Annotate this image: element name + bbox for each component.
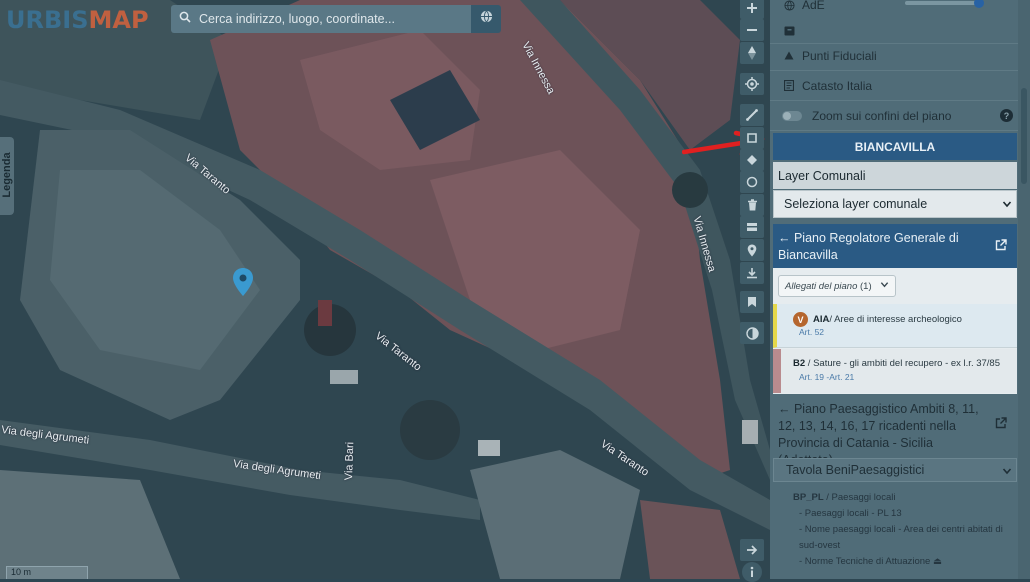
arrow-right-icon — [747, 545, 758, 555]
external-link-icon[interactable] — [995, 239, 1007, 256]
layer-item-punti-fiduciali[interactable]: Punti Fiduciali — [770, 41, 1018, 71]
place-marker-button[interactable] — [740, 239, 764, 261]
tavola-desc: / Paesaggi locali — [823, 492, 896, 503]
tavola-line: - Nome paesaggi locali - Area dei centri… — [799, 524, 1003, 535]
draw-circle-button[interactable] — [740, 171, 764, 193]
draw-polygon-button[interactable] — [740, 127, 764, 149]
tavola-code: BP_PL — [793, 492, 824, 503]
ruler-line-icon — [746, 109, 758, 121]
info-icon — [750, 566, 754, 577]
chevron-down-icon — [1002, 198, 1012, 212]
help-icon[interactable]: ? — [1000, 109, 1013, 122]
municipality-header: BIANCAVILLA — [773, 133, 1017, 160]
zone-code: AIA — [813, 314, 830, 325]
select-layer-comunale[interactable]: Seleziona layer comunale — [773, 190, 1017, 218]
locate-button[interactable] — [740, 73, 764, 95]
external-link-icon[interactable] — [995, 417, 1007, 434]
document-icon: ⏏ — [932, 556, 942, 567]
allegati-dropdown[interactable]: Allegati del piano (1) — [778, 275, 896, 297]
triangle-icon — [782, 51, 796, 60]
zone-article-link[interactable]: Art. 19 -Art. 21 — [799, 372, 854, 382]
download-icon — [747, 268, 757, 279]
zoom-confini-toggle[interactable] — [782, 110, 802, 121]
search-icon — [179, 10, 191, 28]
allegati-label: Allegati del piano — [785, 280, 858, 292]
zone-item-aia[interactable]: V AIA / Aree di interesse archeologico A… — [773, 304, 1017, 348]
layers-icon — [747, 223, 757, 231]
contrast-icon — [745, 326, 759, 340]
prg-header[interactable]: ← Piano Regolatore Generale di Biancavil… — [773, 224, 1017, 268]
zoom-out-button[interactable] — [740, 19, 764, 41]
map-toolbar — [740, 0, 764, 582]
cabinet-icon — [782, 26, 796, 36]
chevron-down-icon — [880, 280, 889, 292]
tavola-line-label: - Norme Tecniche di Attuazione — [799, 556, 931, 567]
logo-text: URBIS — [6, 6, 89, 34]
zone-desc: / Aree di interesse archeologico — [829, 314, 962, 325]
tavola-line: sud-ovest — [799, 540, 841, 551]
search-bar[interactable] — [171, 5, 471, 33]
layer-item-catasto-italia[interactable]: Catasto Italia — [770, 71, 1018, 101]
scale-label: 10 m — [11, 567, 32, 577]
plus-icon — [747, 3, 757, 13]
globe-icon — [480, 10, 493, 28]
trash-icon — [747, 199, 757, 211]
scale-bar: 10 m — [6, 566, 88, 579]
panel-scrollbar-thumb[interactable] — [1021, 88, 1027, 184]
tavola-line: - Paesaggi locali - PL 13 — [799, 508, 902, 519]
compass-button[interactable] — [740, 42, 764, 64]
zone-badge: V — [793, 312, 808, 327]
map-canvas[interactable]: Via Innessa Via Taranto Via Taranto Via … — [0, 0, 770, 579]
select-layer-value: Seleziona layer comunale — [784, 197, 928, 211]
info-button[interactable] — [742, 562, 762, 582]
layer-item-label: Catasto Italia — [802, 78, 873, 93]
measure-line-button[interactable] — [740, 104, 764, 126]
tavola-label: Tavola BeniPaesaggistici — [786, 463, 925, 477]
legend-tab[interactable]: Legenda — [0, 137, 14, 215]
crosshair-icon — [745, 77, 759, 91]
zoom-confini-label: Zoom sui confini del piano — [812, 108, 952, 123]
tavola-dropdown[interactable]: Tavola BeniPaesaggistici — [773, 458, 1017, 482]
layers-button[interactable] — [740, 216, 764, 238]
compass-icon — [748, 46, 756, 60]
zoom-confini-row: Zoom sui confini del piano — [770, 101, 1018, 131]
panel-scrollbar[interactable] — [1018, 0, 1030, 579]
zoom-in-button[interactable] — [740, 0, 764, 19]
urbismap-logo[interactable]: URBISMAP — [6, 6, 149, 34]
tavola-heading: BP_PL / Paesaggi locali — [793, 490, 1017, 506]
prg-title: ← Piano Regolatore Generale di Biancavil… — [778, 231, 959, 262]
logo-text-accent: MAP — [88, 6, 149, 34]
layer-comunali-label: Layer Comunali — [773, 162, 1017, 189]
download-button[interactable] — [740, 262, 764, 284]
zone-item-b2[interactable]: B2 / Sature - gli ambiti del recupero - … — [773, 349, 1017, 393]
allegati-count: (1) — [860, 280, 872, 292]
road-label: Via Bari — [343, 441, 357, 481]
layer-item-label: AdE — [802, 0, 825, 12]
draw-point-button[interactable] — [740, 149, 764, 171]
globe-button[interactable] — [471, 5, 501, 33]
tavola-line-nta[interactable]: - Norme Tecniche di Attuazione ⏏ — [793, 554, 1017, 570]
contrast-button[interactable] — [740, 322, 764, 344]
zone-code: B2 — [793, 358, 806, 369]
circle-icon — [746, 176, 758, 188]
opacity-slider[interactable] — [905, 0, 984, 8]
zone-desc: / Sature - gli ambiti del recupero - ex … — [805, 358, 1000, 369]
map-sheet-icon — [782, 80, 796, 91]
collapse-panel-button[interactable] — [740, 539, 764, 561]
chevron-down-icon — [1002, 465, 1012, 479]
search-input[interactable] — [197, 11, 457, 27]
bookmark-button[interactable] — [740, 291, 764, 313]
globe-icon — [782, 0, 796, 11]
zone-article-link[interactable]: Art. 52 — [799, 327, 824, 337]
polygon-icon — [747, 133, 757, 143]
legend-label: Legenda — [1, 152, 13, 198]
ppa-header[interactable]: ← Piano Paesaggistico Ambiti 8, 11, 12, … — [773, 397, 1017, 467]
minus-icon — [747, 29, 757, 31]
layer-item-label: Punti Fiduciali — [802, 48, 877, 63]
delete-button[interactable] — [740, 194, 764, 216]
map-pin-icon — [747, 244, 757, 256]
tavola-body: BP_PL / Paesaggi locali - Paesaggi local… — [773, 486, 1017, 579]
bookmark-icon — [748, 297, 756, 307]
diamond-icon — [747, 155, 757, 165]
